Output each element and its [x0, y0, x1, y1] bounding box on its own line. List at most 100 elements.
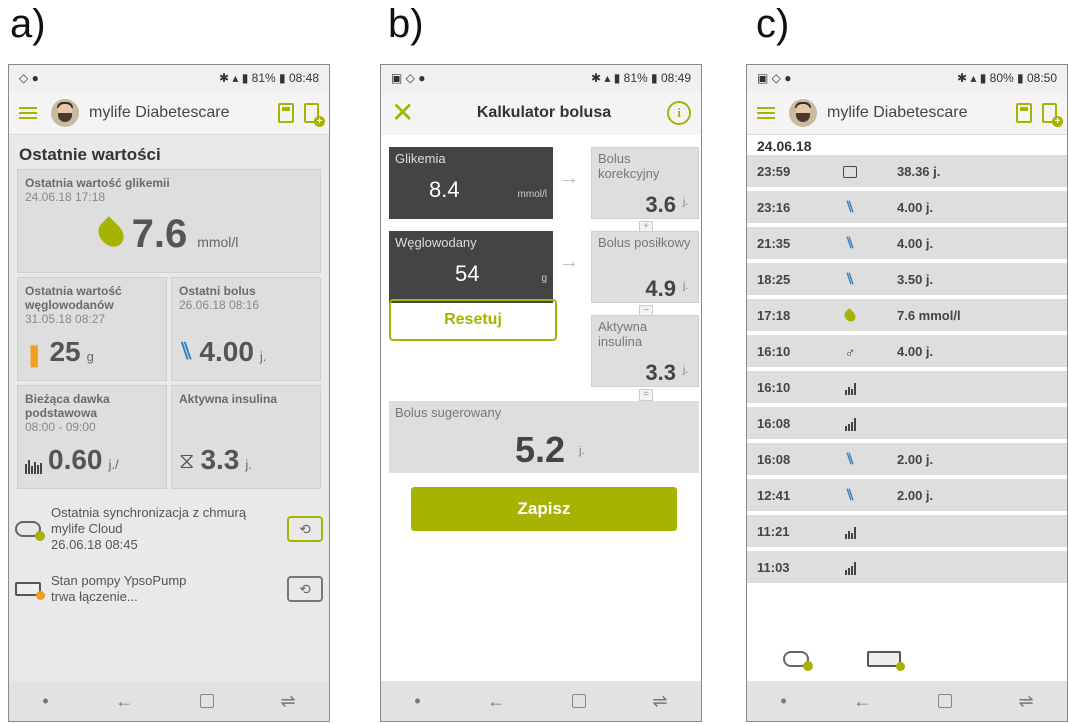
last-carbs-card[interactable]: Ostatnia wartość węglowodanów 31.05.18 0…	[17, 277, 167, 381]
pump-sync-button[interactable]: ⟲	[287, 576, 323, 602]
back-icon[interactable]: ←	[115, 691, 133, 712]
entry-time: 16:10	[757, 379, 791, 395]
sync-line3: 26.06.18 08:45	[51, 537, 138, 552]
pump-status-row: Stan pompy YpsoPump trwa łączenie... ⟲	[9, 563, 329, 615]
carbs-unit: g	[86, 349, 94, 364]
last-bolus-card[interactable]: Ostatni bolus 26.06.18 08:16 ⑊ 4.00 j.	[171, 277, 321, 381]
bolus-value: 4.00	[199, 336, 254, 367]
avatar[interactable]	[51, 98, 79, 127]
list-item[interactable]: 16:08	[747, 407, 1067, 439]
pump-line1: Stan pompy YpsoPump	[51, 573, 187, 588]
entry-value: 38.36 j.	[897, 163, 941, 179]
glucose-unit: mmol/l	[517, 189, 547, 200]
status-icons-left: ▣ ◇ ●	[391, 71, 426, 85]
correction-value: 3.6	[645, 192, 676, 217]
recents-icon[interactable]: ⇌	[1019, 691, 1034, 712]
home-icon[interactable]	[571, 694, 586, 708]
cloud-icon	[15, 521, 45, 541]
daily-total-icon	[841, 163, 859, 181]
entry-time: 17:18	[757, 307, 791, 323]
add-entry-icon[interactable]	[304, 102, 325, 127]
basal-start-icon	[841, 523, 859, 541]
add-entry-icon[interactable]	[1042, 102, 1063, 127]
reset-button[interactable]: Resetuj	[389, 299, 557, 341]
list-item[interactable]: 16:10	[747, 371, 1067, 403]
fork-knife-icon: ⑊	[845, 487, 855, 504]
recents-icon[interactable]: ⇌	[653, 691, 668, 712]
basal-profile-icon	[25, 460, 42, 474]
screen-title: Kalkulator bolusa	[476, 104, 612, 121]
app-title: mylife Diabetescare	[89, 103, 230, 121]
save-button[interactable]: Zapisz	[411, 487, 677, 531]
correction-bolus-icon: ♂	[844, 344, 856, 360]
clock: 08:50	[1026, 71, 1057, 85]
card-label: Aktywna insulina	[179, 392, 278, 406]
basal-rate-card[interactable]: Bieżąca dawka podstawowa 08:00 - 09:00 0…	[17, 385, 167, 489]
last-glucose-card[interactable]: Ostatnia wartość glikemii 24.06.18 17:18…	[17, 169, 321, 273]
clock: 08:48	[288, 71, 319, 85]
correction-bolus-box: Bolus korekcyjny 3.6 j.	[591, 147, 699, 219]
info-icon[interactable]: i	[667, 101, 691, 125]
menu-icon[interactable]	[19, 106, 37, 119]
calculator-icon[interactable]	[278, 102, 294, 123]
card-range: 08:00 - 09:00	[25, 420, 96, 434]
close-icon[interactable]: ✕	[391, 99, 421, 127]
basal-value: 0.60	[48, 444, 103, 475]
entry-value: 4.00 j.	[897, 235, 934, 251]
sync-line1: Ostatnia synchronizacja z chmurą	[51, 505, 247, 520]
phone-screen-c: ▣ ◇ ● ✱ ▴ ▮ 80% ▮ 08:50 mylife Diabetesc…	[746, 64, 1068, 722]
list-item[interactable]: 11:21	[747, 515, 1067, 547]
card-date: 31.05.18 08:27	[25, 312, 106, 326]
equals-operator: =	[639, 389, 653, 401]
nav-dot-icon[interactable]: •	[414, 691, 420, 712]
card-label: Ostatnia wartość glikemii	[25, 176, 170, 190]
list-item[interactable]: 23:16 ⑊ 4.00 j.	[747, 191, 1067, 223]
system-nav-bar: • ← ⇌	[381, 681, 701, 721]
active-insulin-unit: j.	[245, 457, 252, 472]
app-title: mylife Diabetescare	[827, 103, 968, 121]
list-item[interactable]: 11:03	[747, 551, 1067, 583]
active-insulin-card[interactable]: Aktywna insulina ⧖ 3.3 j.	[171, 385, 321, 489]
correction-unit: j.	[683, 197, 688, 208]
carbs-label: Węglowodany	[395, 235, 477, 250]
recents-icon[interactable]: ⇌	[281, 691, 296, 712]
list-item[interactable]: 21:35 ⑊ 4.00 j.	[747, 227, 1067, 259]
back-icon[interactable]: ←	[853, 691, 871, 712]
panel-label-b: b)	[388, 2, 424, 46]
home-icon[interactable]	[199, 694, 214, 708]
glucose-value: 7.6	[131, 212, 188, 256]
list-item[interactable]: 17:18 7.6 mmol/l	[747, 299, 1067, 331]
avatar[interactable]	[789, 98, 817, 127]
back-icon[interactable]: ←	[487, 691, 505, 712]
cloud-icon[interactable]	[783, 651, 813, 671]
menu-icon[interactable]	[757, 106, 775, 119]
carbs-input[interactable]: Węglowodany 54 g	[389, 231, 553, 303]
list-item[interactable]: 12:41 ⑊ 2.00 j.	[747, 479, 1067, 511]
list-item[interactable]: 18:25 ⑊ 3.50 j.	[747, 263, 1067, 295]
fork-knife-icon: ⑊	[179, 338, 194, 365]
home-icon[interactable]	[937, 694, 952, 708]
entry-value: 2.00 j.	[897, 451, 934, 467]
list-item[interactable]: 16:10 ♂ 4.00 j.	[747, 335, 1067, 367]
basal-stop-icon	[841, 415, 859, 433]
status-right: ✱ ▴ ▮ 80% ▮ 08:50	[956, 71, 1057, 85]
active-value: 3.3	[645, 360, 676, 385]
nav-dot-icon[interactable]: •	[42, 691, 48, 712]
app-bar: mylife Diabetescare	[9, 91, 329, 135]
arrow-right-icon: →	[559, 167, 579, 189]
nav-dot-icon[interactable]: •	[780, 691, 786, 712]
system-nav-bar: • ← ⇌	[747, 681, 1067, 721]
list-item[interactable]: 16:08 ⑊ 2.00 j.	[747, 443, 1067, 475]
apple-core-icon: ❚	[25, 342, 44, 367]
log-date: 24.06.18	[747, 135, 1067, 154]
glucose-input[interactable]: Glikemia 8.4 mmol/l	[389, 147, 553, 219]
pump-icon[interactable]	[867, 651, 905, 671]
calculator-icon[interactable]	[1016, 102, 1032, 123]
arrow-right-icon: →	[559, 251, 579, 273]
cloud-sync-button[interactable]: ⟲	[287, 516, 323, 542]
list-item[interactable]: 23:59 38.36 j.	[747, 155, 1067, 187]
card-date: 24.06.18 17:18	[25, 190, 106, 204]
basal-unit: j./	[108, 457, 119, 472]
basal-stop-icon	[841, 559, 859, 577]
entry-value: 3.50 j.	[897, 271, 934, 287]
